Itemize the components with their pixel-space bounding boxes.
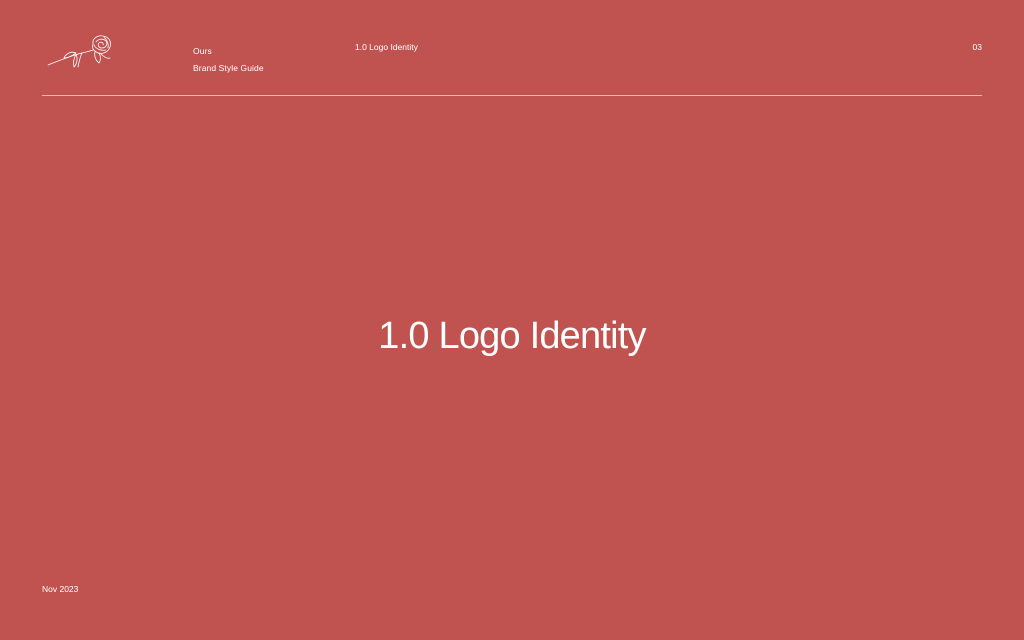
page-title: 1.0 Logo Identity <box>378 315 646 357</box>
brand-name: Ours <box>193 46 212 56</box>
brand-block: Ours Brand Style Guide <box>193 43 264 77</box>
header-divider <box>42 95 982 96</box>
page-number: 03 <box>972 42 982 52</box>
rose-logo-icon <box>46 32 114 72</box>
footer-date: Nov 2023 <box>42 584 79 594</box>
brand-subtitle: Brand Style Guide <box>193 63 264 73</box>
header-section-label: 1.0 Logo Identity <box>355 42 418 52</box>
